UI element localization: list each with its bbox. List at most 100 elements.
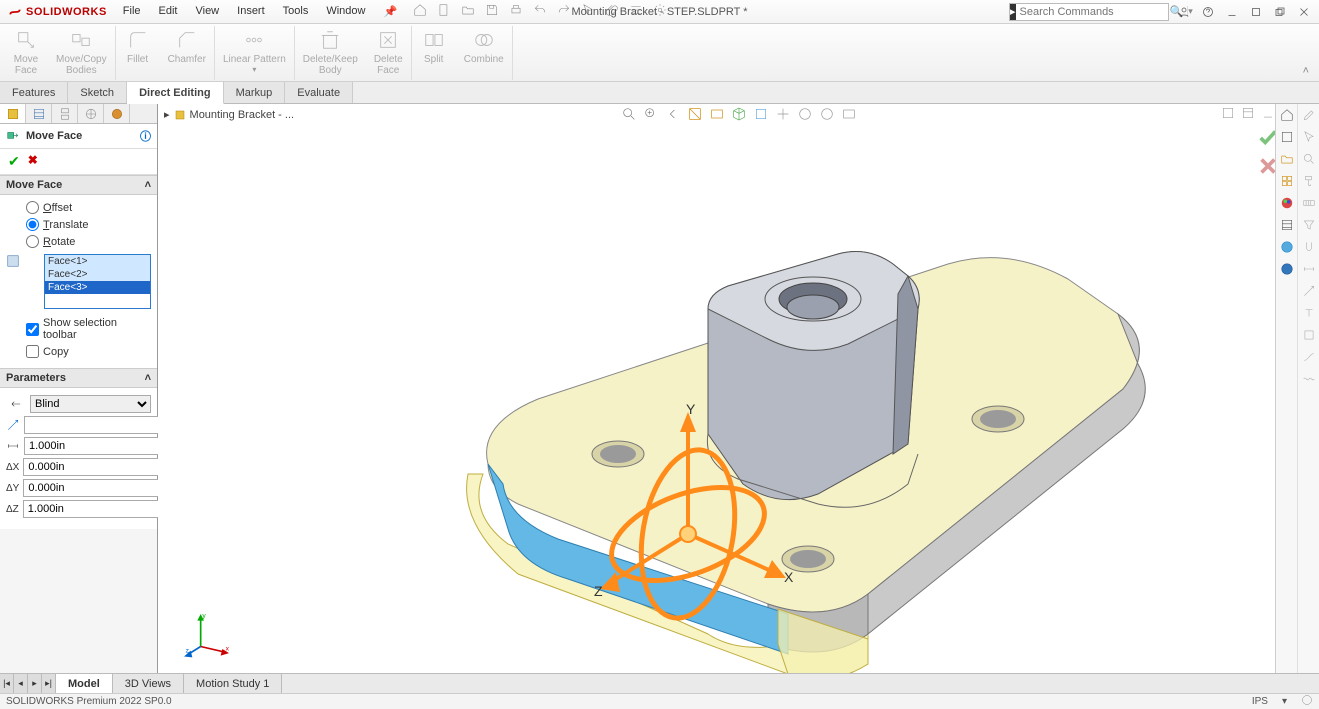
tp-appearances-icon[interactable] <box>1276 192 1298 214</box>
open-icon[interactable] <box>461 3 475 20</box>
save-icon[interactable] <box>485 3 499 20</box>
hide-show-icon[interactable] <box>775 106 791 125</box>
rt-edit-icon[interactable] <box>1298 104 1319 126</box>
end-condition-select[interactable]: Blind <box>30 395 151 413</box>
ribbon-delete-keep-body[interactable]: Delete/KeepBody <box>295 26 366 80</box>
rt-magnify-icon[interactable] <box>1298 148 1319 170</box>
face-item[interactable]: Face<2> <box>45 268 150 281</box>
direction-ref-input[interactable] <box>24 416 176 434</box>
doc-window-layout-icon[interactable] <box>1221 106 1235 123</box>
menu-view[interactable]: View <box>187 1 227 22</box>
close-button[interactable] <box>1295 3 1313 21</box>
tab-sketch[interactable]: Sketch <box>68 82 127 103</box>
menu-pin-icon[interactable]: 📌 <box>375 1 405 22</box>
command-search-input[interactable] <box>1016 6 1166 18</box>
tab-nav-first-icon[interactable]: |◂ <box>0 674 14 693</box>
home-icon[interactable] <box>413 3 427 20</box>
tab-markup[interactable]: Markup <box>224 82 286 103</box>
lp-tab-display-icon[interactable] <box>104 104 130 123</box>
restore-button[interactable] <box>1247 3 1265 21</box>
rt-select-icon[interactable] <box>1298 126 1319 148</box>
dz-input[interactable] <box>23 500 175 518</box>
minimize-button[interactable] <box>1223 3 1241 21</box>
previous-view-icon[interactable] <box>665 106 681 125</box>
ribbon-delete-face[interactable]: DeleteFace <box>366 26 411 80</box>
dx-input[interactable] <box>23 458 175 476</box>
menu-tools[interactable]: Tools <box>275 1 317 22</box>
direction-ref-icon[interactable] <box>6 418 20 432</box>
lp-tab-dimxpert-icon[interactable] <box>78 104 104 123</box>
rt-callout-icon[interactable] <box>1298 280 1319 302</box>
reverse-direction-icon[interactable] <box>6 397 26 411</box>
section-view-icon[interactable] <box>687 106 703 125</box>
display-style-icon[interactable] <box>753 106 769 125</box>
status-chevron-icon[interactable]: ▾ <box>1282 696 1287 707</box>
pm-help-icon[interactable]: ⓘ <box>140 128 151 144</box>
redo-icon[interactable] <box>557 3 571 20</box>
dy-input[interactable] <box>23 479 175 497</box>
rt-wave-icon[interactable] <box>1298 368 1319 390</box>
rt-text-icon[interactable] <box>1298 302 1319 324</box>
rt-box-icon[interactable] <box>1298 324 1319 346</box>
rt-snap-icon[interactable] <box>1298 236 1319 258</box>
zoom-fit-icon[interactable] <box>621 106 637 125</box>
ribbon-fillet[interactable]: Fillet <box>116 26 160 80</box>
ribbon-combine[interactable]: Combine <box>456 26 512 80</box>
rt-filter-icon[interactable] <box>1298 214 1319 236</box>
breadcrumb[interactable]: ▸ Mounting Bracket - ... <box>164 108 294 121</box>
face-item[interactable]: Face<3> <box>45 281 150 294</box>
ribbon-linear-pattern[interactable]: Linear Pattern▾ <box>215 26 294 80</box>
undo-icon[interactable] <box>533 3 547 20</box>
menu-file[interactable]: File <box>115 1 149 22</box>
rt-paint-icon[interactable] <box>1298 170 1319 192</box>
face-item[interactable]: Face<1> <box>45 255 150 268</box>
doc-window-minimize-icon[interactable] <box>1261 106 1275 123</box>
edit-appearance-icon[interactable] <box>797 106 813 125</box>
tab-model[interactable]: Model <box>56 674 113 693</box>
tp-cloud-icon[interactable] <box>1276 258 1298 280</box>
tab-nav-last-icon[interactable]: ▸| <box>42 674 56 693</box>
tp-home-icon[interactable] <box>1276 104 1298 126</box>
lp-tab-propertymanager-icon[interactable] <box>0 104 26 123</box>
maximize-button[interactable] <box>1271 3 1289 21</box>
user-icon[interactable] <box>1175 3 1193 21</box>
dynamic-annotation-icon[interactable] <box>709 106 725 125</box>
status-rebuild-icon[interactable] <box>1301 694 1313 709</box>
lp-tab-overflow-icon[interactable] <box>130 104 157 123</box>
pm-group-parameters[interactable]: Parameters˄ <box>0 368 157 388</box>
pm-cancel-button[interactable]: ✖ <box>28 153 38 170</box>
new-icon[interactable] <box>437 3 451 20</box>
tp-design-library-icon[interactable] <box>1276 126 1298 148</box>
view-orientation-icon[interactable] <box>731 106 747 125</box>
ribbon-move-copy-bodies[interactable]: Move/CopyBodies <box>48 26 115 80</box>
help-icon[interactable] <box>1199 3 1217 21</box>
tab-motion-study[interactable]: Motion Study 1 <box>184 674 282 693</box>
tab-evaluate[interactable]: Evaluate <box>285 82 353 103</box>
lp-tab-featuremanager-icon[interactable] <box>26 104 52 123</box>
zoom-area-icon[interactable] <box>643 106 659 125</box>
rt-measure-icon[interactable] <box>1298 192 1319 214</box>
print-icon[interactable] <box>509 3 523 20</box>
view-settings-icon[interactable] <box>841 106 857 125</box>
ribbon-collapse-icon[interactable]: ˄ <box>1297 63 1315 79</box>
tp-forum-icon[interactable] <box>1276 236 1298 258</box>
tab-3d-views[interactable]: 3D Views <box>113 674 184 693</box>
tab-nav-next-icon[interactable]: ▸ <box>28 674 42 693</box>
rt-curve-icon[interactable] <box>1298 346 1319 368</box>
ribbon-chamfer[interactable]: Chamfer <box>160 26 214 80</box>
graphics-viewport[interactable]: ▸ Mounting Bracket - ... <box>158 104 1319 673</box>
distance-input[interactable] <box>24 437 176 455</box>
apply-scene-icon[interactable] <box>819 106 835 125</box>
chk-copy[interactable]: Copy <box>6 343 151 360</box>
status-units[interactable]: IPS <box>1252 696 1268 707</box>
ribbon-split[interactable]: Split <box>412 26 456 80</box>
tab-direct-editing[interactable]: Direct Editing <box>127 82 224 104</box>
tab-features[interactable]: Features <box>0 82 68 103</box>
ribbon-move-face[interactable]: MoveFace <box>4 26 48 80</box>
menu-edit[interactable]: Edit <box>151 1 186 22</box>
chk-show-selection-toolbar[interactable]: Show selection toolbar <box>6 315 151 343</box>
tab-nav-prev-icon[interactable]: ◂ <box>14 674 28 693</box>
pm-group-move-face[interactable]: Move Face˄ <box>0 175 157 195</box>
radio-rotate[interactable]: Rotate <box>6 233 151 250</box>
menu-insert[interactable]: Insert <box>229 1 273 22</box>
